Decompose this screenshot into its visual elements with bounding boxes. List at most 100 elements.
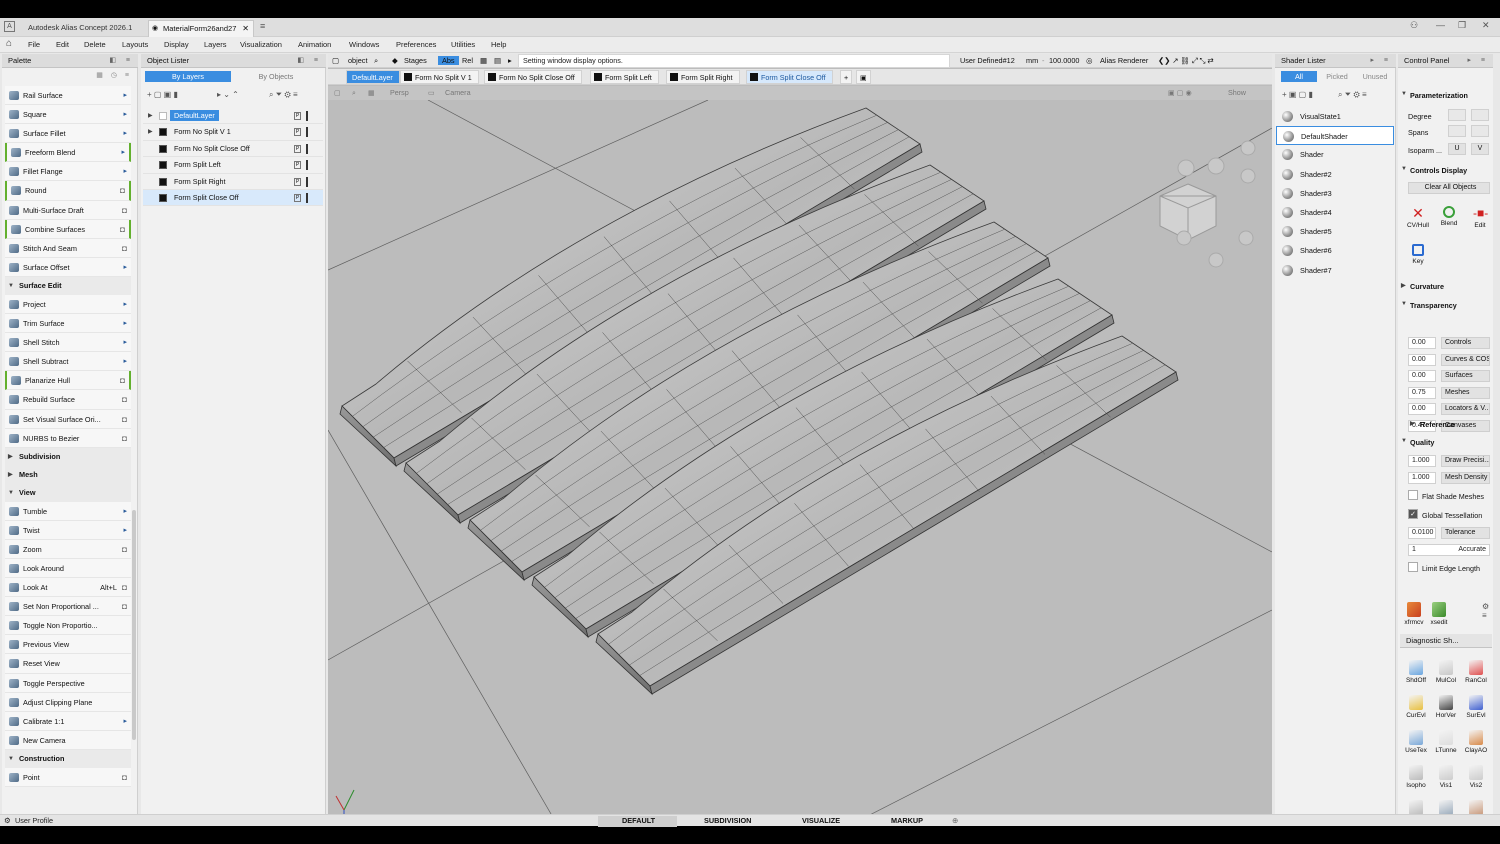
option-box-icon[interactable]: ◘ xyxy=(120,181,125,200)
isoparm-v-button[interactable]: V xyxy=(1471,143,1489,155)
panel-menu-icon[interactable]: ◧ ≡ xyxy=(297,54,322,67)
degree-v-field[interactable] xyxy=(1471,109,1489,121)
tab-menu-icon[interactable]: ≡ xyxy=(260,21,265,31)
shader-item[interactable]: Shader#7 xyxy=(1276,261,1394,280)
cv-hull-button[interactable]: ✕ CV/Hull xyxy=(1406,206,1430,229)
workspace-markup[interactable]: MARKUP xyxy=(891,816,923,825)
menu-layouts[interactable]: Layouts xyxy=(122,40,148,49)
diagnostic-shader-button[interactable]: ShdOff xyxy=(1404,660,1428,684)
transparency-value-field[interactable]: 0.00 xyxy=(1408,353,1436,366)
pick-toggle-icon[interactable]: P xyxy=(294,144,301,153)
diagnostic-shader-button[interactable]: Vis2 xyxy=(1464,765,1488,789)
menu-delete[interactable]: Delete xyxy=(84,40,106,49)
stages-button[interactable]: Stages xyxy=(404,56,427,65)
submenu-arrow-icon[interactable]: ▸ xyxy=(123,521,127,540)
palette-tool[interactable]: Square ▸ xyxy=(5,105,131,125)
palette-section[interactable]: ▼ Construction xyxy=(5,749,131,768)
zoom-icon[interactable]: ⌕ xyxy=(352,88,356,98)
palette-tool[interactable]: Fillet Flange ▸ xyxy=(5,162,131,182)
section-reference[interactable]: ▶ Reference xyxy=(1400,420,1492,429)
transparency-target-button[interactable]: Controls xyxy=(1441,337,1490,349)
palette-scrollbar[interactable] xyxy=(132,510,136,740)
section-controls-display[interactable]: ▼ Controls Display xyxy=(1400,166,1492,175)
diagnostic-shader-button[interactable]: Isopho xyxy=(1404,765,1428,789)
layer-color-swatch[interactable] xyxy=(159,112,167,120)
xsedit-button[interactable]: xsedit xyxy=(1427,602,1451,626)
option-box-icon[interactable]: ◘ xyxy=(122,578,127,597)
palette-tool[interactable]: Stitch And Seam ◘ xyxy=(5,238,131,258)
user-profile-icon[interactable]: ⚙ xyxy=(4,816,11,825)
layer-row[interactable]: Form No Split Close Off P xyxy=(143,141,323,158)
new-shader-icons[interactable]: + ▣ ▢ ▮ xyxy=(1282,90,1313,99)
add-workspace-icon[interactable]: ⊕ xyxy=(952,816,958,825)
maximize-icon[interactable]: ❐ xyxy=(1458,20,1466,31)
camera-label[interactable]: Camera xyxy=(445,88,471,97)
abs-toggle[interactable]: Abs xyxy=(438,56,459,65)
renderer-icon[interactable]: ◎ xyxy=(1086,56,1092,65)
menu-windows[interactable]: Windows xyxy=(349,40,379,49)
stages-icon[interactable]: ◆ xyxy=(392,56,398,65)
palette-tool[interactable]: Combine Surfaces ◘ xyxy=(5,219,131,239)
layer-tab[interactable]: DefaultLayer xyxy=(346,70,400,84)
transparency-value-field[interactable]: 0.00 xyxy=(1408,403,1436,415)
palette-tool[interactable]: Round ◘ xyxy=(5,181,131,201)
isoparm-u-button[interactable]: U xyxy=(1448,143,1466,155)
palette-tool[interactable]: Rail Surface ▸ xyxy=(5,86,131,106)
renderer-label[interactable]: Alias Renderer xyxy=(1100,56,1148,65)
layer-tab[interactable]: Form No Split V 1 xyxy=(400,70,479,84)
palette-tool[interactable]: NURBS to Bezier ◘ xyxy=(5,428,131,448)
shader-item[interactable]: Shader#5 xyxy=(1276,222,1394,241)
submenu-arrow-icon[interactable]: ▸ xyxy=(123,258,127,277)
section-parameterization[interactable]: ▼ Parameterization xyxy=(1400,91,1492,100)
add-layer-tab-icon[interactable]: + xyxy=(840,70,853,84)
search-filter-icons[interactable]: ⌕ ⏷ ⚙ ≡ xyxy=(269,90,298,100)
layer-color-swatch[interactable] xyxy=(159,128,167,137)
grid-icon[interactable]: ▦ xyxy=(480,56,487,65)
transparency-target-button[interactable]: Curves & COS xyxy=(1441,353,1490,366)
new-layer-icon[interactable]: + ▢ ▣ ▮ xyxy=(147,90,178,99)
list-icon[interactable]: ▤ xyxy=(494,56,501,65)
rel-toggle[interactable]: Rel xyxy=(462,56,473,65)
layer-row[interactable]: ▶ DefaultLayer P xyxy=(143,108,323,125)
diagnostic-shader-button[interactable]: HorVer xyxy=(1434,695,1458,719)
visibility-toggle-icon[interactable] xyxy=(306,192,310,203)
option-box-icon[interactable]: ◘ xyxy=(120,371,125,390)
transparency-value-field[interactable]: 0.75 xyxy=(1408,386,1436,399)
section-quality[interactable]: ▼ Quality xyxy=(1400,438,1492,447)
expand-collapse-icons[interactable]: ▸ ⌄ ⌃ xyxy=(217,90,239,99)
option-box-icon[interactable]: ◘ xyxy=(122,540,127,559)
menu-animation[interactable]: Animation xyxy=(298,40,331,49)
palette-tool[interactable]: Look At Alt+L ◘ xyxy=(5,578,131,598)
diagnostic-shader-button[interactable]: UseTex xyxy=(1404,730,1428,754)
option-box-icon[interactable]: ◘ xyxy=(122,429,127,448)
palette-tool[interactable]: Trim Surface ▸ xyxy=(5,314,131,334)
menu-visualization[interactable]: Visualization xyxy=(240,40,282,49)
layer-color-swatch[interactable] xyxy=(159,177,167,186)
visibility-toggle-icon[interactable] xyxy=(306,143,310,154)
global-tessellation-checkbox[interactable]: ✓ xyxy=(1408,509,1418,519)
palette-tool[interactable]: Shell Subtract ▸ xyxy=(5,352,131,372)
xfrmcv-button[interactable]: xfrmcv xyxy=(1402,602,1426,626)
menu-display[interactable]: Display xyxy=(164,40,189,49)
palette-tool[interactable]: Surface Fillet ▸ xyxy=(5,124,131,144)
show-menu[interactable]: Show xyxy=(1228,88,1246,97)
layer-row[interactable]: ▶ Form No Split V 1 P xyxy=(143,124,323,141)
modeling-viewport[interactable]: ▢ object ⌕ ◆ Stages Abs Rel ▦ ▤ ▸ Settin… xyxy=(328,54,1272,826)
diagnostic-shader-button[interactable]: RanCol xyxy=(1464,660,1488,684)
viewport-menu-icon[interactable]: ▢ xyxy=(334,88,341,97)
pick-toggle-icon[interactable]: P xyxy=(294,112,301,120)
edit-button[interactable]: -■- Edit xyxy=(1468,206,1492,229)
section-transparency[interactable]: ▼ Transparency xyxy=(1400,301,1492,310)
submenu-arrow-icon[interactable]: ▸ xyxy=(121,143,125,162)
workspace-default[interactable]: DEFAULT xyxy=(598,816,678,827)
visibility-toggle-icon[interactable] xyxy=(306,160,310,171)
palette-tool[interactable]: Set Visual Surface Ori... ◘ xyxy=(5,409,131,429)
option-box-icon[interactable]: ◘ xyxy=(122,597,127,616)
palette-section[interactable]: ▼ Surface Edit xyxy=(5,276,131,295)
home-icon[interactable]: ⌂ xyxy=(6,38,12,49)
transparency-value-field[interactable]: 0.00 xyxy=(1408,370,1436,382)
palette-tool[interactable]: Point ◘ xyxy=(5,767,131,787)
view-name[interactable]: Persp xyxy=(390,88,409,97)
palette-section[interactable]: ▶ Subdivision xyxy=(5,447,131,466)
pick-toggle-icon[interactable]: P xyxy=(294,161,301,170)
